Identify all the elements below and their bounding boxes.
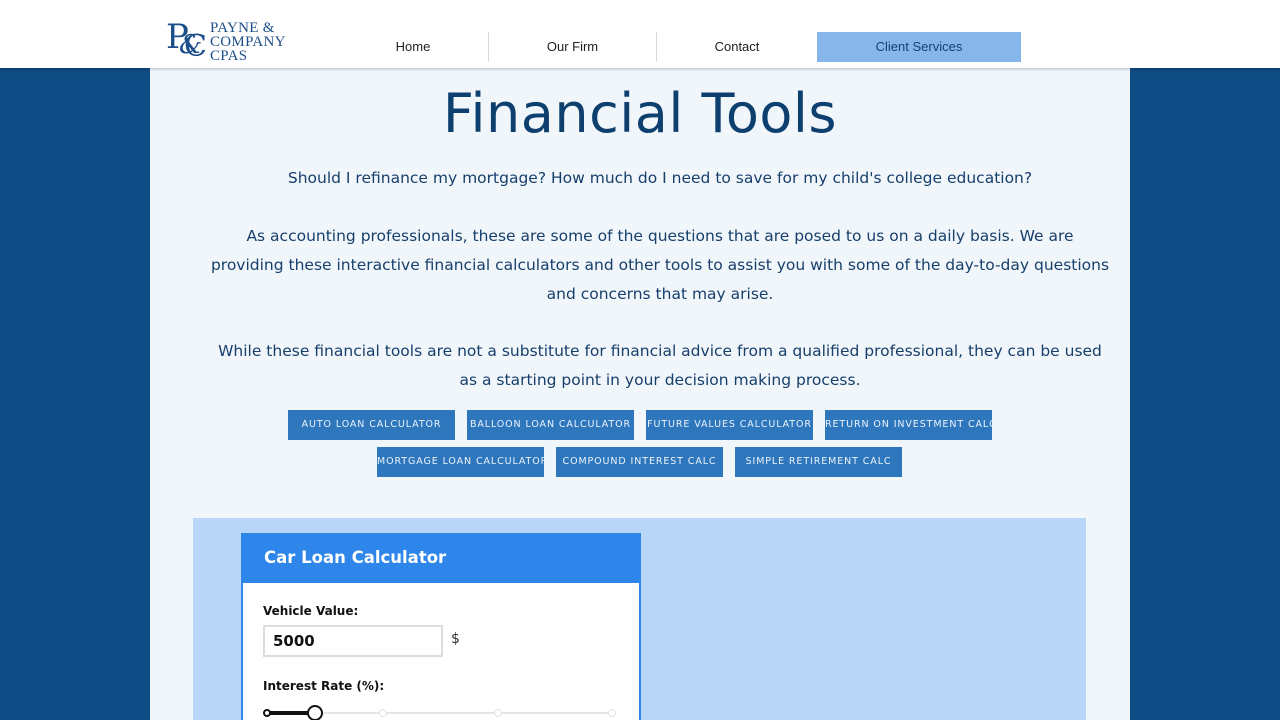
mortgage-loan-calculator-button[interactable]: MORTGAGE LOAN CALCULATOR xyxy=(377,447,547,477)
interest-rate-label: Interest Rate (%): xyxy=(263,679,385,693)
nav-item-home[interactable]: Home xyxy=(338,32,488,62)
vehicle-value-label: Vehicle Value: xyxy=(263,604,359,618)
nav-item-our-firm[interactable]: Our Firm xyxy=(489,32,656,62)
simple-retirement-calc-button[interactable]: SIMPLE RETIREMENT CALC xyxy=(735,447,902,477)
nav-item-contact[interactable]: Contact xyxy=(657,32,817,62)
compound-interest-calc-button[interactable]: COMPOUND INTEREST CALC xyxy=(556,447,723,477)
main-nav: Home Our Firm Contact Client Services xyxy=(0,32,1280,62)
slider-thumb[interactable] xyxy=(307,705,324,720)
calculator-title: Car Loan Calculator xyxy=(264,548,447,567)
nav-item-client-services[interactable]: Client Services xyxy=(817,32,1021,62)
page-title: Financial Tools xyxy=(442,82,838,145)
slider-tick xyxy=(608,709,616,717)
slider-tick xyxy=(494,709,502,717)
auto-loan-calculator-button[interactable]: AUTO LOAN CALCULATOR xyxy=(288,410,455,440)
main-content: Financial Tools Should I refinance my mo… xyxy=(150,68,1130,720)
future-values-calculator-button[interactable]: FUTURE VALUES CALCULATOR xyxy=(646,410,813,440)
disclaimer-text: While these financial tools are not a su… xyxy=(218,342,1102,389)
currency-unit: $ xyxy=(451,631,460,647)
site-header: P & C PAYNE & COMPANY CPAS Home Our Firm… xyxy=(0,0,1280,68)
interest-rate-slider[interactable] xyxy=(263,703,618,720)
return-on-investment-calc-button[interactable]: RETURN ON INVESTMENT CALC xyxy=(825,410,996,440)
calculator-header: Car Loan Calculator xyxy=(241,533,641,583)
body-text: As accounting professionals, these are s… xyxy=(210,227,1110,303)
car-loan-calculator: Car Loan Calculator Vehicle Value: $ Int… xyxy=(241,533,641,720)
slider-tick xyxy=(379,709,387,717)
vehicle-value-input[interactable] xyxy=(263,625,443,657)
balloon-loan-calculator-button[interactable]: BALLOON LOAN CALCULATOR xyxy=(467,410,634,440)
calculator-panel: Car Loan Calculator Vehicle Value: $ Int… xyxy=(193,518,1086,720)
intro-text: Should I refinance my mortgage? How much… xyxy=(287,169,1033,187)
slider-start-marker xyxy=(263,709,271,717)
